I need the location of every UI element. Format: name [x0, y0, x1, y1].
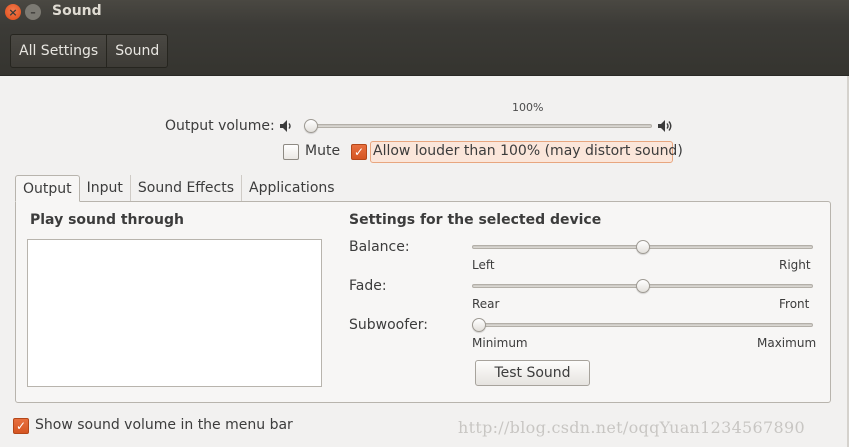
- tab-applications[interactable]: Applications: [242, 175, 342, 202]
- menubar-label: Show sound volume in the menu bar: [35, 417, 293, 433]
- tab-output[interactable]: Output: [15, 175, 80, 202]
- breadcrumb: All Settings Sound: [10, 34, 169, 68]
- speaker-low-icon: [280, 120, 291, 132]
- test-sound-button[interactable]: Test Sound: [475, 360, 590, 386]
- balance-label: Balance:: [349, 239, 410, 255]
- fade-label: Fade:: [349, 278, 387, 294]
- allow-louder-label: Allow louder than 100% (may distort soun…: [373, 143, 683, 159]
- output-volume-slider[interactable]: [304, 124, 652, 128]
- allow-louder-checkbox[interactable]: ✓: [351, 144, 367, 160]
- mute-label: Mute: [305, 143, 341, 159]
- crumb-sound[interactable]: Sound: [106, 35, 167, 67]
- tab-bar: Output Input Sound Effects Applications: [15, 175, 342, 202]
- mute-checkbox[interactable]: [283, 144, 299, 160]
- subwoofer-slider[interactable]: [472, 323, 813, 327]
- tab-sound-effects[interactable]: Sound Effects: [131, 175, 243, 202]
- play-sound-through-title: Play sound through: [30, 212, 184, 228]
- balance-knob[interactable]: [635, 240, 650, 254]
- balance-right-label: Right: [779, 258, 811, 272]
- fade-knob[interactable]: [635, 279, 650, 293]
- output-volume-label: Output volume:: [165, 118, 275, 134]
- volume-percent-label: 100%: [512, 101, 544, 114]
- speaker-high-icon: [658, 120, 672, 132]
- subwoofer-label: Subwoofer:: [349, 317, 428, 333]
- subwoofer-max-label: Maximum: [757, 336, 817, 350]
- output-volume-knob[interactable]: [304, 119, 318, 133]
- subwoofer-knob[interactable]: [472, 318, 486, 332]
- window-title: Sound: [52, 3, 102, 19]
- subwoofer-min-label: Minimum: [472, 336, 528, 350]
- menubar-checkbox[interactable]: ✓: [13, 418, 29, 434]
- fade-front-label: Front: [779, 297, 810, 311]
- balance-left-label: Left: [472, 258, 495, 272]
- tab-input[interactable]: Input: [80, 175, 131, 202]
- fade-rear-label: Rear: [472, 297, 500, 311]
- crumb-all-settings[interactable]: All Settings: [11, 35, 106, 67]
- device-settings-title: Settings for the selected device: [349, 212, 602, 228]
- minimize-icon[interactable]: –: [25, 4, 41, 20]
- watermark: http://blog.csdn.net/oqqYuan1234567890: [458, 418, 805, 437]
- title-bar: × – Sound: [0, 0, 849, 25]
- close-icon[interactable]: ×: [5, 4, 21, 20]
- toolbar: All Settings Sound: [0, 25, 849, 76]
- output-device-list[interactable]: [27, 239, 322, 387]
